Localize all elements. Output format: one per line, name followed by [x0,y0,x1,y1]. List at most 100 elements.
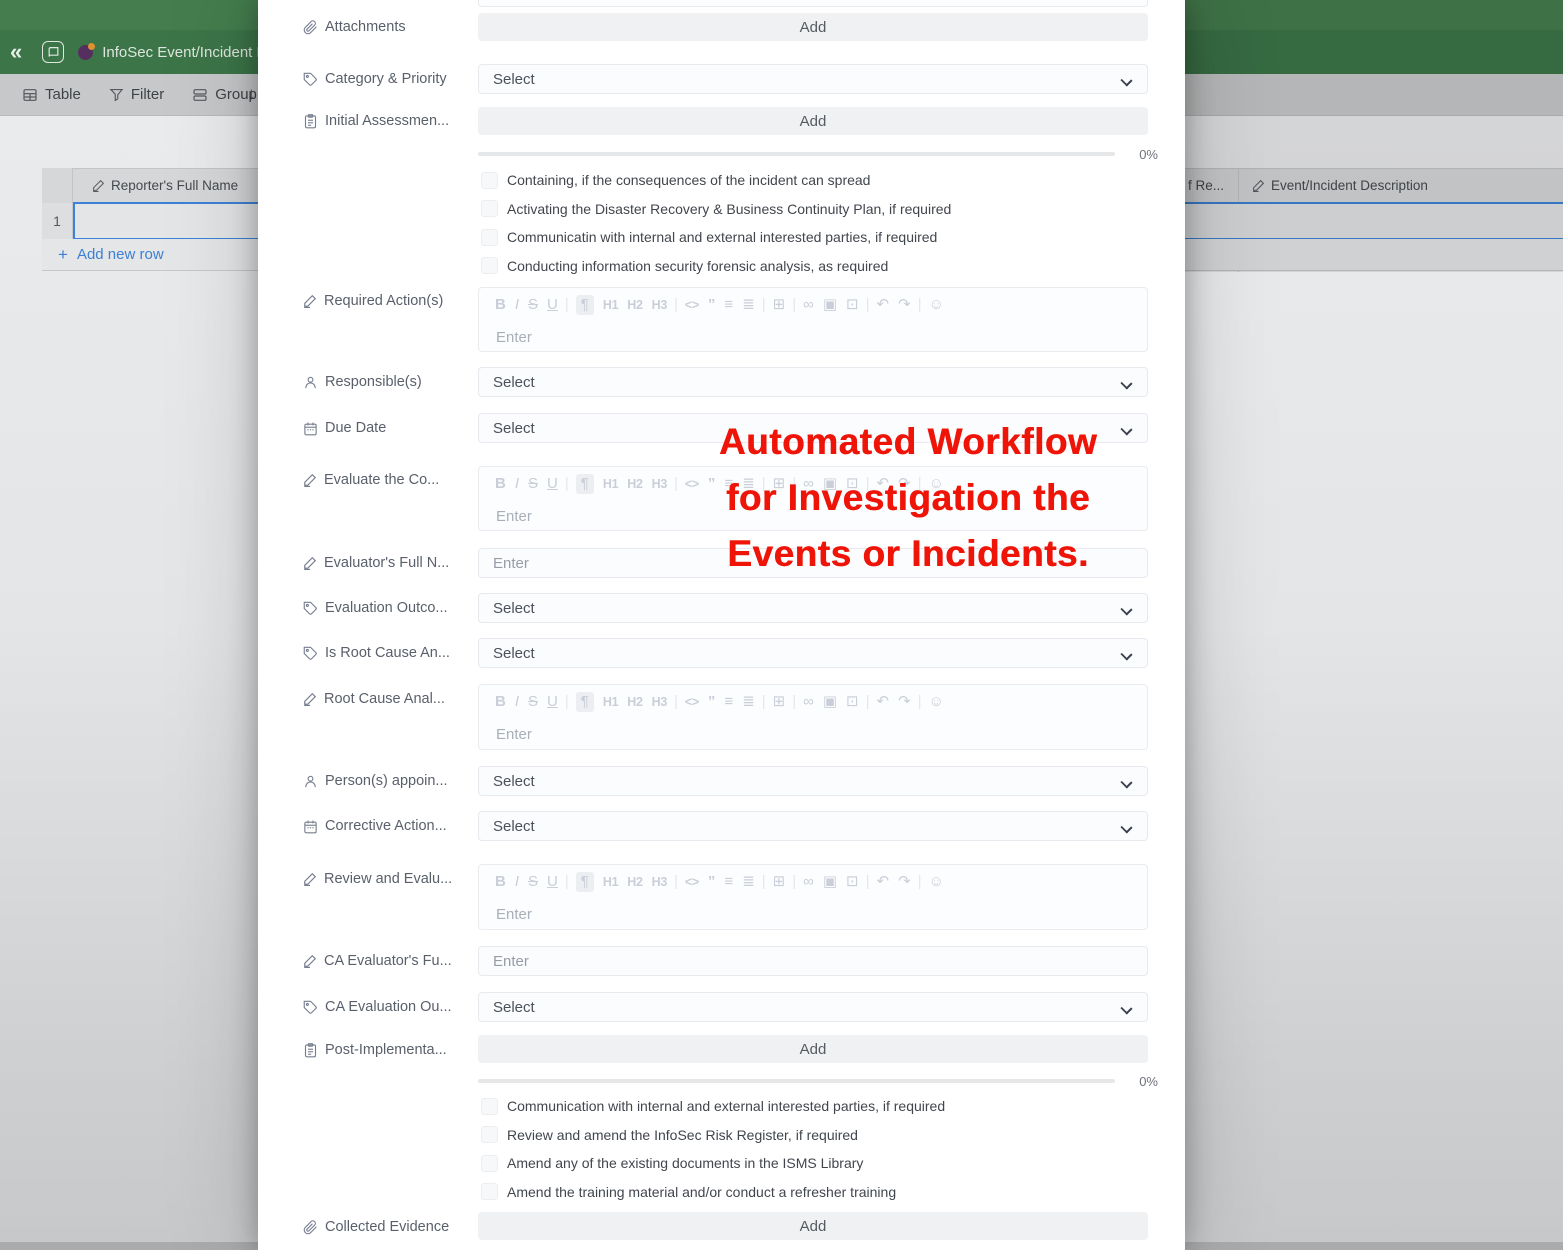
editor-toolbar-button[interactable]: ↷ [898,474,911,494]
editor-toolbar-button[interactable]: | [866,692,870,712]
editor-toolbar-button[interactable]: H3 [652,692,667,712]
editor-toolbar-button[interactable]: ☺ [929,474,944,494]
evaluation-outcome-select[interactable]: Select [478,593,1148,623]
review-evaluate-editor[interactable]: BISU|¶H1H2H3|<>”≡≣|⊞|∞▣⊡|↶↷|☺ Enter [478,864,1148,930]
post-implementation-add-button[interactable]: Add [478,1035,1148,1063]
editor-toolbar-button[interactable]: ≡ [724,692,733,712]
persons-appointed-select[interactable]: Select [478,766,1148,796]
editor-toolbar-button[interactable]: <> [685,474,699,494]
checkbox[interactable] [481,1183,498,1200]
editor-toolbar-button[interactable]: I [515,692,519,712]
collected-evidence-add-button[interactable]: Add [478,1212,1148,1240]
editor-toolbar-button[interactable]: ¶ [576,474,594,494]
editor-toolbar-button[interactable]: ☺ [929,872,944,892]
editor-toolbar-button[interactable]: ☺ [929,692,944,712]
column-header-description[interactable]: Event/Incident Description [1252,168,1428,203]
checkbox[interactable] [481,257,498,274]
base-book-icon[interactable] [42,41,64,63]
editor-toolbar-button[interactable]: | [918,872,922,892]
editor-toolbar-button[interactable]: H1 [603,295,618,315]
editor-toolbar-button[interactable]: | [762,872,766,892]
editor-toolbar-button[interactable]: | [918,692,922,712]
editor-toolbar-button[interactable]: B [495,295,506,315]
root-cause-analysis-editor[interactable]: BISU|¶H1H2H3|<>”≡≣|⊞|∞▣⊡|↶↷|☺ Enter [478,684,1148,750]
checkbox[interactable] [481,1098,498,1115]
editor-toolbar-button[interactable]: | [565,295,569,315]
required-actions-editor[interactable]: BISU|¶H1H2H3|<>”≡≣|⊞|∞▣⊡|↶↷|☺ Enter [478,287,1148,352]
editor-toolbar-button[interactable]: | [674,474,678,494]
editor-toolbar-button[interactable]: ≣ [742,872,755,892]
editor-toolbar-button[interactable]: ≡ [724,474,733,494]
editor-toolbar-button[interactable]: H3 [652,474,667,494]
editor-toolbar-button[interactable]: ↶ [877,692,890,712]
editor-toolbar-button[interactable]: | [565,474,569,494]
editor-toolbar-button[interactable]: ” [708,295,716,315]
checkbox[interactable] [481,1155,498,1172]
editor-toolbar-button[interactable]: ↶ [877,474,890,494]
editor-toolbar-button[interactable]: U [547,295,558,315]
sort-icon[interactable]: ↓ [247,84,258,106]
editor-toolbar-button[interactable]: ⊡ [846,692,859,712]
editor-toolbar-button[interactable]: ↶ [877,872,890,892]
editor-toolbar-button[interactable]: ¶ [576,692,594,712]
editor-toolbar-button[interactable]: | [866,474,870,494]
editor-toolbar-button[interactable]: ⊞ [773,692,786,712]
editor-toolbar-button[interactable]: B [495,474,506,494]
editor-toolbar-button[interactable]: ⊞ [773,872,786,892]
editor-toolbar-button[interactable]: H3 [652,295,667,315]
editor-toolbar-button[interactable]: ≣ [742,474,755,494]
row-number-cell[interactable]: 1 [42,203,73,239]
editor-toolbar-button[interactable]: | [762,295,766,315]
editor-toolbar-button[interactable]: I [515,872,519,892]
editor-toolbar-button[interactable]: ▣ [823,692,837,712]
editor-toolbar-button[interactable]: | [792,692,796,712]
checkbox[interactable] [481,229,498,246]
editor-toolbar-button[interactable]: ↷ [898,295,911,315]
editor-toolbar-button[interactable]: | [674,872,678,892]
editor-toolbar-button[interactable]: H2 [627,872,642,892]
editor-toolbar-button[interactable]: <> [685,692,699,712]
editor-toolbar-button[interactable]: ▣ [823,872,837,892]
editor-toolbar-button[interactable]: ” [708,474,716,494]
editor-toolbar-button[interactable]: U [547,474,558,494]
editor-toolbar-button[interactable]: | [866,872,870,892]
editor-toolbar-button[interactable]: H3 [652,872,667,892]
editor-toolbar-button[interactable]: H1 [603,474,618,494]
table-tab-title[interactable]: InfoSec Event/Incident Rep [102,44,284,61]
editor-toolbar-button[interactable]: H1 [603,872,618,892]
attachments-add-button[interactable]: Add [478,13,1148,41]
editor-toolbar-button[interactable]: | [792,872,796,892]
editor-toolbar-button[interactable]: H2 [627,474,642,494]
editor-toolbar-button[interactable]: | [565,692,569,712]
editor-toolbar-button[interactable]: ⊡ [846,872,859,892]
editor-toolbar-button[interactable]: ⊞ [773,474,786,494]
column-header-reporter[interactable]: Reporter's Full Name [92,168,238,203]
editor-toolbar-button[interactable]: | [565,872,569,892]
editor-toolbar-button[interactable]: ∞ [803,872,814,892]
editor-toolbar-button[interactable]: | [674,692,678,712]
editor-toolbar-button[interactable]: ↶ [877,295,890,315]
editor-toolbar-button[interactable]: S [528,692,538,712]
editor-toolbar-button[interactable]: <> [685,872,699,892]
is-root-cause-select[interactable]: Select [478,638,1148,668]
toolbar-filter-button[interactable]: Filter [109,86,164,103]
editor-toolbar-button[interactable]: H1 [603,692,618,712]
editor-toolbar-button[interactable]: <> [685,295,699,315]
toolbar-table-button[interactable]: Table [22,86,81,103]
editor-toolbar-button[interactable]: | [918,295,922,315]
editor-toolbar-button[interactable]: | [762,692,766,712]
checkbox[interactable] [481,200,498,217]
editor-toolbar-button[interactable]: ⊡ [846,295,859,315]
due-date-select[interactable]: Select [478,413,1148,443]
corrective-action-select[interactable]: Select [478,811,1148,841]
editor-toolbar-button[interactable]: ☺ [929,295,944,315]
editor-toolbar-button[interactable]: | [792,474,796,494]
editor-toolbar-button[interactable]: ⊡ [846,474,859,494]
editor-toolbar-button[interactable]: ↷ [898,692,911,712]
checkbox[interactable] [481,172,498,189]
editor-toolbar-button[interactable]: I [515,474,519,494]
editor-toolbar-button[interactable]: H2 [627,692,642,712]
editor-toolbar-button[interactable]: | [762,474,766,494]
editor-toolbar-button[interactable]: H2 [627,295,642,315]
editor-toolbar-button[interactable]: S [528,295,538,315]
